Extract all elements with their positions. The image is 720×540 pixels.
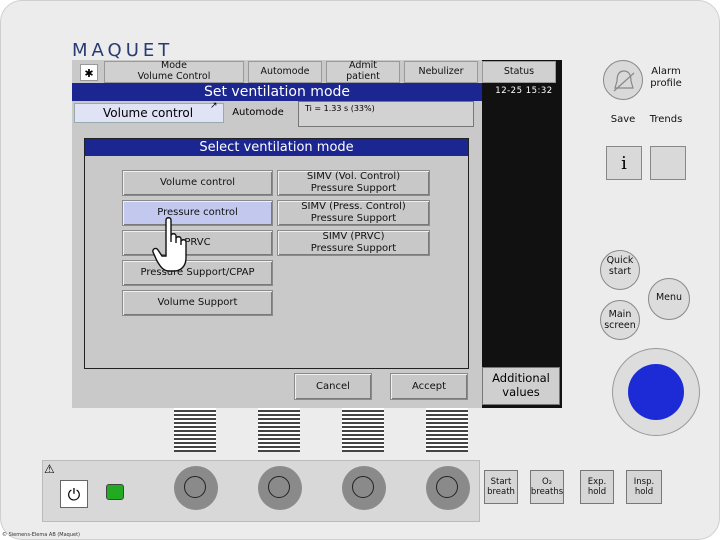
additional-values-button[interactable]: Additional values xyxy=(482,367,560,405)
parameter-knob-4[interactable] xyxy=(426,466,470,510)
select-mode-title: Select ventilation mode xyxy=(85,139,468,156)
alarm-bell-button[interactable] xyxy=(603,60,643,100)
set-mode-header: Set ventilation mode xyxy=(72,83,482,101)
mode-volume-support-button[interactable]: Volume Support xyxy=(122,290,273,316)
nebulizer-button[interactable]: Nebulizer xyxy=(404,61,478,83)
quick-start-button[interactable]: Quick start xyxy=(600,255,640,278)
alarm-profile-button[interactable]: Alarm profile xyxy=(648,66,684,90)
warning-triangle-icon: ⚠ xyxy=(44,462,55,476)
patient-category-icon[interactable]: ✱ xyxy=(80,64,98,81)
mode-prvc-button[interactable]: PRVC xyxy=(122,230,273,256)
mode-button[interactable]: Mode Volume Control xyxy=(104,60,244,83)
arrow-icon: ↗ xyxy=(210,101,218,111)
mode-simv-prvc-button[interactable]: SIMV (PRVC) Pressure Support xyxy=(277,230,430,256)
automode-label: Automode xyxy=(228,103,288,123)
mode-simv-vol-control-button[interactable]: SIMV (Vol. Control) Pressure Support xyxy=(277,170,430,196)
bell-icon xyxy=(613,70,635,92)
parameter-knob-3[interactable] xyxy=(342,466,386,510)
trends-button[interactable]: Trends xyxy=(648,114,684,126)
o2-breaths-button[interactable]: O₂ breaths xyxy=(530,470,564,504)
mains-indicator-icon xyxy=(106,484,124,500)
mode-volume-control-button[interactable]: Volume control xyxy=(122,170,273,196)
parameter-knob-2[interactable] xyxy=(258,466,302,510)
mode-pressure-support-cpap-button[interactable]: Pressure Support/CPAP xyxy=(122,260,273,286)
current-mode-field[interactable]: Volume control xyxy=(74,103,224,123)
ti-info-box: Ti = 1.33 s (33%) xyxy=(298,101,474,127)
brand-logo: MAQUET xyxy=(72,40,174,61)
mode-simv-press-control-button[interactable]: SIMV (Press. Control) Pressure Support xyxy=(277,200,430,226)
menu-button[interactable]: Menu xyxy=(648,292,690,303)
knob-3-stripes xyxy=(342,408,384,452)
datetime: 12-25 15:32 xyxy=(495,86,553,96)
save-button[interactable]: Save xyxy=(608,114,638,126)
power-button[interactable]: ⏻ xyxy=(60,480,88,508)
parameter-knob-1[interactable] xyxy=(174,466,218,510)
insp-hold-button[interactable]: Insp. hold xyxy=(626,470,662,504)
accept-button[interactable]: Accept xyxy=(390,373,468,400)
knob-2-stripes xyxy=(258,408,300,452)
mode-pressure-control-button[interactable]: Pressure control xyxy=(122,200,273,226)
automode-button[interactable]: Automode xyxy=(248,61,322,83)
status-button[interactable]: Status xyxy=(482,61,556,83)
exp-hold-button[interactable]: Exp. hold xyxy=(580,470,614,504)
blank-side-button[interactable] xyxy=(650,146,686,180)
main-rotary-dial[interactable] xyxy=(628,364,684,420)
info-button[interactable]: i xyxy=(606,146,642,180)
knob-4-stripes xyxy=(426,408,468,452)
main-screen-button[interactable]: Main screen xyxy=(598,309,642,332)
cancel-button[interactable]: Cancel xyxy=(294,373,372,400)
admit-patient-button[interactable]: Admit patient xyxy=(326,60,400,83)
copyright-text: © Siemens-Elema AB (Maquet) xyxy=(2,532,81,538)
hand-cursor-icon xyxy=(152,216,192,274)
start-breath-button[interactable]: Start breath xyxy=(484,470,518,504)
knob-1-stripes xyxy=(174,408,216,452)
